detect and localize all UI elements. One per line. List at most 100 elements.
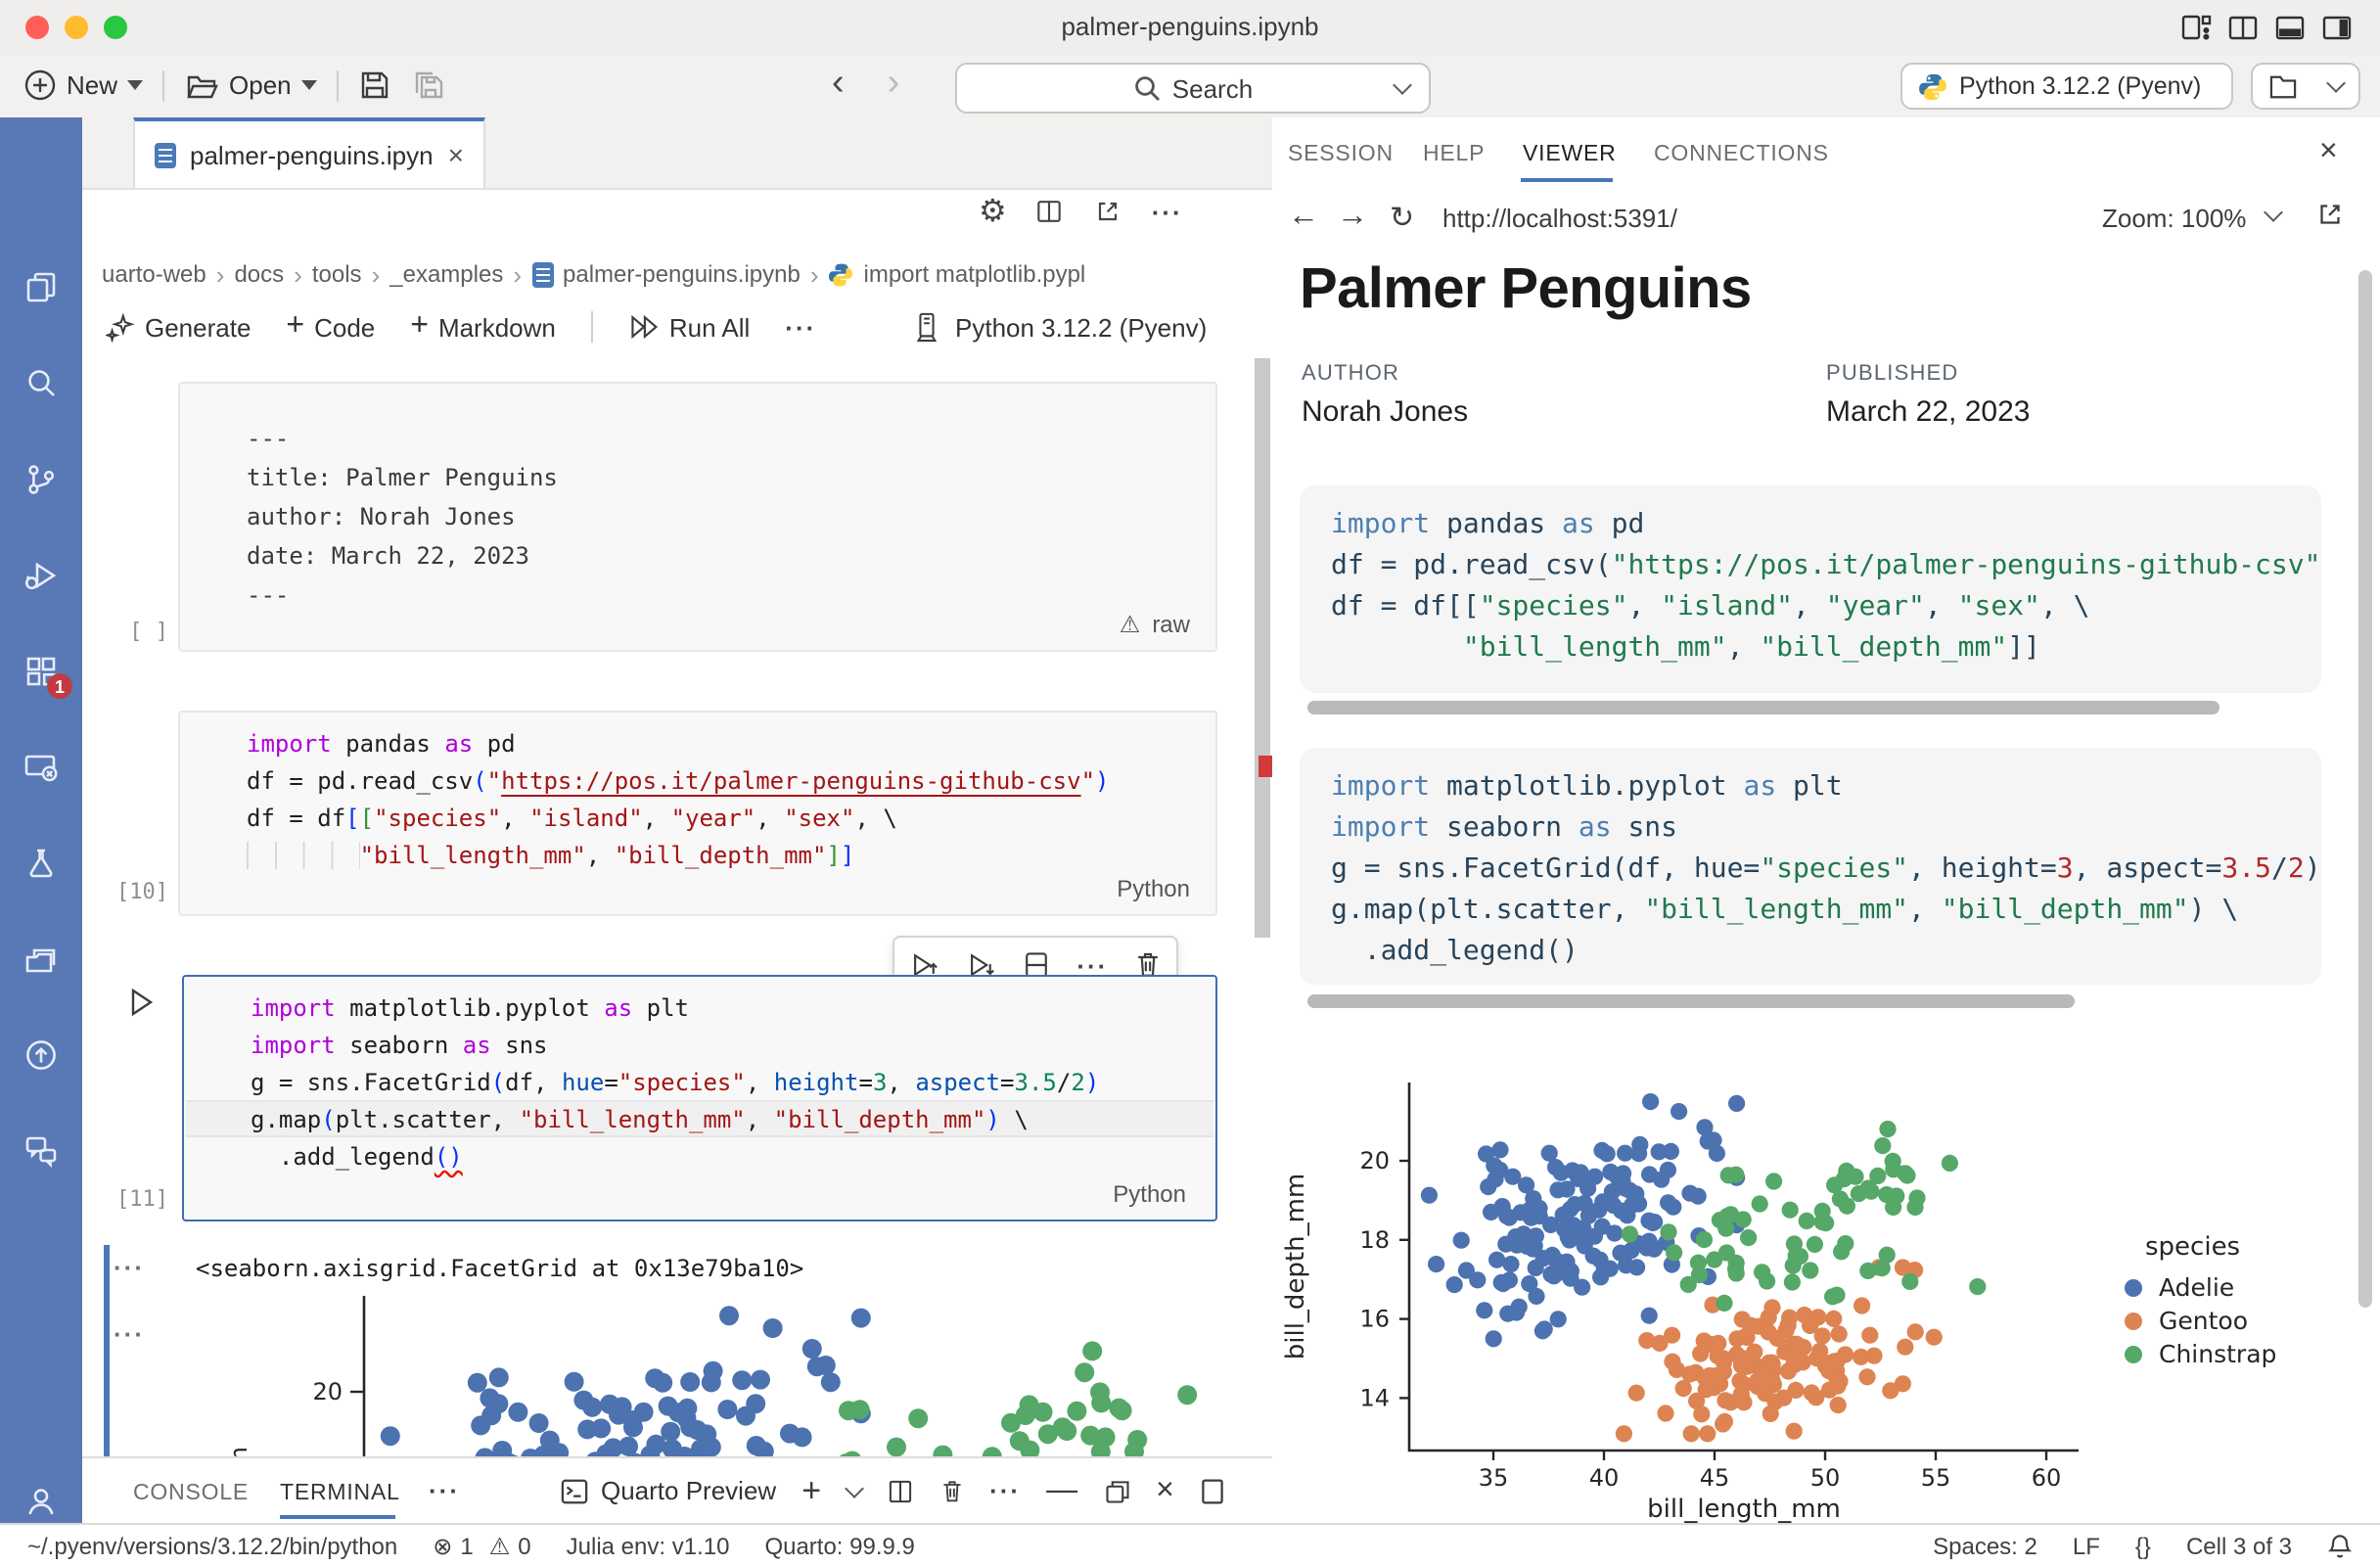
- save-icon[interactable]: [358, 69, 391, 102]
- status-indentation[interactable]: Spaces: 2: [1933, 1532, 2037, 1559]
- status-problems[interactable]: ⊗1 ⚠0: [433, 1532, 530, 1559]
- svg-text:18: 18: [1359, 1226, 1390, 1254]
- raw-cell-code[interactable]: ---title: Palmer Penguinsauthor: Norah J…: [247, 419, 558, 615]
- code-block-2-hscrollbar[interactable]: [1307, 994, 2075, 1008]
- restore-panel-icon[interactable]: [1103, 1477, 1130, 1504]
- comments-icon[interactable]: [22, 1131, 61, 1171]
- generate-button[interactable]: Generate: [106, 312, 251, 342]
- viewer-zoom-label[interactable]: Zoom: 100%: [2102, 204, 2246, 233]
- status-eol[interactable]: LF: [2073, 1532, 2100, 1559]
- account-icon[interactable]: [22, 1482, 61, 1521]
- panel-header: CONSOLE TERMINAL ··· Quarto Preview + ··…: [82, 1456, 1272, 1523]
- status-quarto-version[interactable]: Quarto: 99.9.9: [764, 1532, 914, 1559]
- tab-help[interactable]: HELP: [1423, 143, 1485, 166]
- toggle-secondary-sidebar-icon[interactable]: [2321, 12, 2353, 43]
- toggle-panel-icon[interactable]: [2274, 12, 2306, 43]
- notebook-icon: [531, 261, 553, 287]
- status-language-braces[interactable]: {}: [2135, 1532, 2151, 1559]
- source-control-icon[interactable]: [22, 460, 61, 499]
- close-panel-icon[interactable]: ×: [2319, 135, 2338, 170]
- output-gutter-toggle[interactable]: ···: [114, 1319, 145, 1349]
- search-sidebar-icon[interactable]: [22, 364, 61, 403]
- new-button[interactable]: New: [23, 69, 143, 102]
- run-debug-icon[interactable]: [22, 556, 61, 595]
- panel-more-tabs-icon[interactable]: ···: [429, 1476, 460, 1505]
- minimize-panel-icon[interactable]: —: [1046, 1473, 1077, 1508]
- status-bar: ~/.pyenv/versions/3.12.2/bin/python ⊗1 ⚠…: [0, 1523, 2380, 1566]
- notebook-settings-gear-icon[interactable]: ⚙: [979, 192, 1007, 231]
- search-input[interactable]: Search: [955, 63, 1431, 114]
- open-button[interactable]: Open: [184, 69, 317, 101]
- explorer-icon[interactable]: [22, 268, 61, 307]
- panel-more-actions-icon[interactable]: ···: [989, 1476, 1021, 1505]
- publish-icon[interactable]: [22, 1036, 61, 1075]
- workspaces-icon[interactable]: [22, 940, 61, 979]
- tab-session[interactable]: SESSION: [1288, 143, 1394, 166]
- testing-icon[interactable]: [22, 844, 61, 883]
- quarto-preview-button[interactable]: Quarto Preview: [560, 1476, 776, 1505]
- close-panel-icon[interactable]: ×: [1156, 1473, 1174, 1508]
- notebook-toolbar: Generate +Code +Markdown Run All ···: [106, 298, 816, 356]
- warning-icon: ⚠: [1120, 611, 1141, 638]
- open-dropdown-caret: [301, 80, 317, 90]
- cell-language-label[interactable]: raw: [1152, 611, 1190, 638]
- status-interpreter-path[interactable]: ~/.pyenv/versions/3.12.2/bin/python: [27, 1532, 397, 1559]
- breadcrumb[interactable]: uarto-web› docs› tools› _examples› palme…: [102, 256, 1085, 292]
- code-block-1-hscrollbar[interactable]: [1307, 701, 2220, 714]
- split-editor-layout-icon[interactable]: [2227, 12, 2259, 43]
- kill-terminal-icon[interactable]: [938, 1477, 964, 1504]
- status-julia-env[interactable]: Julia env: v1.10: [567, 1532, 730, 1559]
- notebook-more-actions-icon[interactable]: ···: [785, 312, 816, 342]
- maximize-panel-icon[interactable]: [1200, 1477, 1225, 1504]
- viewer-forward-icon[interactable]: →: [1337, 200, 1368, 235]
- doc-code-2: import matplotlib.pyplot as pltimport se…: [1331, 767, 2321, 973]
- tab-viewer[interactable]: VIEWER: [1523, 143, 1617, 166]
- python-logo-icon: [1918, 71, 1947, 101]
- tab-terminal[interactable]: TERMINAL: [280, 1482, 400, 1505]
- tab-close-icon[interactable]: ×: [448, 139, 464, 170]
- open-in-browser-icon[interactable]: [2313, 198, 2347, 231]
- workspace-folder-button[interactable]: [2251, 63, 2360, 110]
- run-all-button[interactable]: Run All: [628, 312, 750, 342]
- interpreter-selector[interactable]: Python 3.12.2 (Pyenv): [1900, 63, 2233, 110]
- svg-text:Gentoo: Gentoo: [2159, 1307, 2248, 1335]
- zoom-caret[interactable]: [2264, 203, 2283, 222]
- editor-more-actions-icon[interactable]: ···: [1152, 197, 1183, 226]
- main-toolbar: New Open ‹ › Search Python 3.12.2 (Pyenv…: [0, 55, 2380, 119]
- status-cell-position[interactable]: Cell 3 of 3: [2186, 1532, 2292, 1559]
- terminal-type-caret[interactable]: [844, 1478, 863, 1497]
- open-in-new-window-icon[interactable]: [1093, 196, 1124, 227]
- remote-session-icon[interactable]: [22, 748, 61, 787]
- run-all-icon: [628, 313, 660, 341]
- code-cell-11-code[interactable]: import matplotlib.pyplot as pltimport se…: [251, 990, 1099, 1176]
- cell-10-execution-count: [10]: [102, 879, 168, 904]
- doc-title: Palmer Penguins: [1300, 258, 1752, 323]
- customize-layout-icon[interactable]: [2180, 12, 2212, 43]
- add-markdown-cell-button[interactable]: +Markdown: [410, 309, 556, 345]
- viewer-scrollbar[interactable]: [2358, 270, 2372, 1308]
- editor-scrollbar[interactable]: [1255, 358, 1270, 938]
- add-code-cell-button[interactable]: +Code: [286, 309, 375, 345]
- search-scope-caret[interactable]: [1393, 75, 1412, 95]
- viewer-url-field[interactable]: http://localhost:5391/: [1442, 204, 1677, 233]
- cell-language-label[interactable]: Python: [822, 1180, 1186, 1208]
- notifications-bell-icon[interactable]: [2327, 1532, 2353, 1559]
- save-all-icon[interactable]: [411, 69, 446, 102]
- extensions-badge: 1: [47, 673, 72, 699]
- new-terminal-icon[interactable]: +: [801, 1471, 821, 1510]
- split-terminal-icon[interactable]: [886, 1477, 913, 1504]
- nav-back-icon[interactable]: ‹: [832, 67, 845, 102]
- kernel-selector[interactable]: Python 3.12.2 (Pyenv): [912, 298, 1207, 356]
- viewer-back-icon[interactable]: ←: [1288, 200, 1319, 235]
- cell-language-label[interactable]: Python: [822, 875, 1190, 902]
- code-cell-10-code[interactable]: import pandas as pddf = pd.read_csv("htt…: [247, 726, 1110, 875]
- split-editor-icon[interactable]: [1034, 196, 1066, 227]
- tab-console[interactable]: CONSOLE: [133, 1482, 249, 1505]
- output-gutter-toggle[interactable]: ···: [114, 1253, 145, 1282]
- author-label: AUTHOR: [1302, 362, 1399, 386]
- tab-connections[interactable]: CONNECTIONS: [1654, 143, 1829, 166]
- viewer-reload-icon[interactable]: ↻: [1390, 200, 1414, 235]
- run-cell-icon[interactable]: [125, 987, 157, 1018]
- tab-palmer-penguins[interactable]: palmer-penguins.ipynb ×: [133, 117, 485, 188]
- nav-forward-icon[interactable]: ›: [888, 67, 900, 102]
